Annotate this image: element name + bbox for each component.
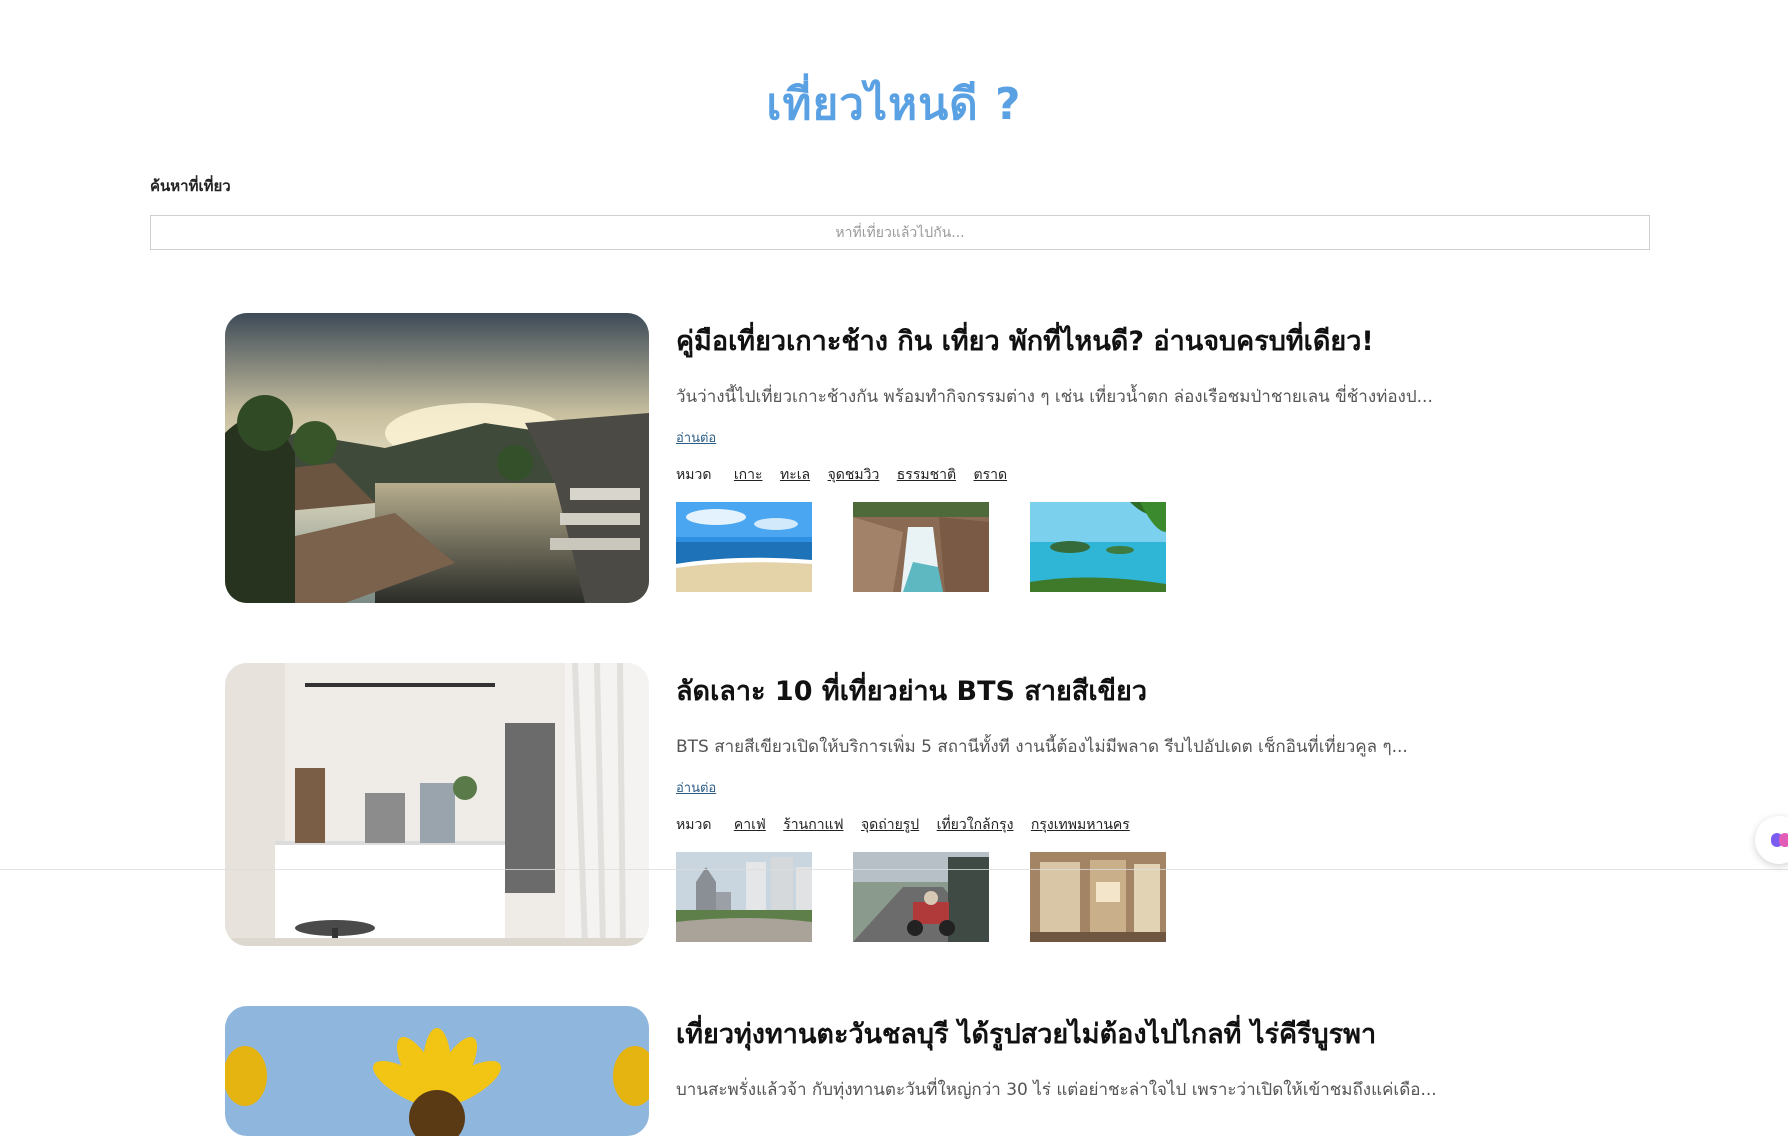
article-excerpt: BTS สายสีเขียวเปิดให้บริการเพิ่ม 5 สถานี… — [676, 737, 1408, 757]
widget-icon — [1779, 833, 1788, 847]
tag-link[interactable]: คาเฟ่ — [734, 817, 766, 833]
article-thumbnails — [676, 502, 1556, 592]
article-title[interactable]: ลัดเลาะ 10 ที่เที่ยวย่าน BTS สายสีเขียว — [676, 669, 1556, 712]
thumbnail-shop-front[interactable] — [1030, 852, 1166, 942]
page-title: เที่ยวไหนดี ? — [766, 79, 1022, 131]
article-tags: หมวด คาเฟ่ ร้านกาแฟ จุดถ่ายรูป เที่ยวใกล… — [676, 814, 1556, 836]
article-image-cafe-interior[interactable] — [225, 663, 649, 946]
category-label: หมวด — [676, 817, 712, 833]
read-more-link[interactable]: อ่านต่อ — [676, 427, 716, 448]
tag-link[interactable]: กรุงเทพมหานคร — [1031, 817, 1130, 833]
tag-link[interactable]: ธรรมชาติ — [897, 467, 956, 483]
tag-link[interactable]: จุดถ่ายรูป — [861, 817, 919, 833]
article-tags: หมวด เกาะ ทะเล จุดชมวิว ธรรมชาติ ตราด — [676, 464, 1556, 486]
article-image-sunflower-field[interactable] — [225, 1006, 649, 1136]
category-label: หมวด — [676, 467, 712, 483]
article-image-koh-chang-resort[interactable] — [225, 313, 649, 603]
search-label: ค้นหาที่เที่ยว — [150, 177, 231, 195]
article-excerpt: บานสะพรั่งแล้วจ้า กับทุ่งทานตะวันที่ใหญ่… — [676, 1080, 1437, 1100]
tag-link[interactable]: เกาะ — [734, 467, 763, 483]
thumbnail-island-view[interactable] — [1030, 502, 1166, 592]
read-more-link[interactable]: อ่านต่อ — [676, 777, 716, 798]
article-title[interactable]: เที่ยวทุ่งทานตะวันชลบุรี ได้รูปสวยไม่ต้อ… — [676, 1012, 1556, 1055]
thumbnail-beach[interactable] — [676, 502, 812, 592]
tag-link[interactable]: ตราด — [974, 467, 1008, 483]
tag-link[interactable]: ทะเล — [780, 467, 810, 483]
chat-widget-button[interactable] — [1755, 816, 1788, 864]
article-excerpt: วันว่างนี้ไปเที่ยวเกาะช้างกัน พร้อมทำกิจ… — [676, 387, 1433, 407]
article-body: ลัดเลาะ 10 ที่เที่ยวย่าน BTS สายสีเขียว … — [676, 663, 1556, 942]
tag-link[interactable]: เที่ยวใกล้กรุง — [937, 817, 1014, 833]
thumbnail-go-kart[interactable] — [853, 852, 989, 942]
article-thumbnails — [676, 852, 1556, 942]
thumbnail-castle-building[interactable] — [676, 852, 812, 942]
article-body: เที่ยวทุ่งทานตะวันชลบุรี ได้รูปสวยไม่ต้อ… — [676, 1006, 1556, 1103]
search-input[interactable] — [150, 215, 1650, 250]
tag-link[interactable]: จุดชมวิว — [828, 467, 880, 483]
thumbnail-waterfall[interactable] — [853, 502, 989, 592]
divider — [0, 869, 1788, 870]
article-title[interactable]: คู่มือเที่ยวเกาะช้าง กิน เที่ยว พักที่ไห… — [676, 319, 1556, 362]
article-body: คู่มือเที่ยวเกาะช้าง กิน เที่ยว พักที่ไห… — [676, 313, 1556, 592]
tag-link[interactable]: ร้านกาแฟ — [783, 817, 843, 833]
